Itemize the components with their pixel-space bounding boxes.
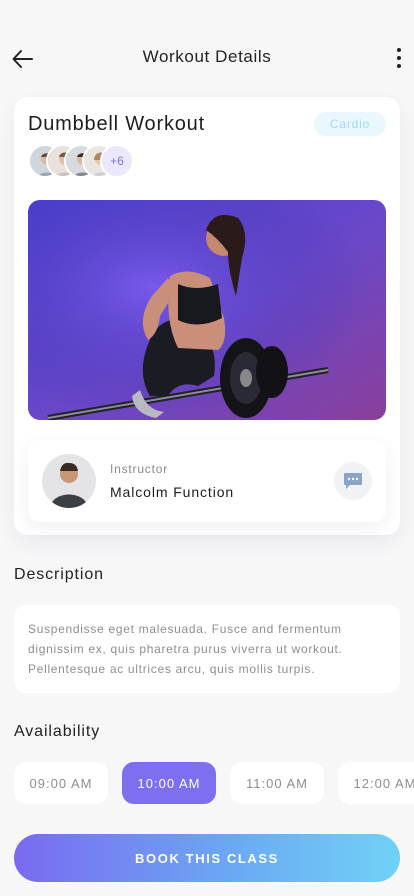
time-slot[interactable]: 11:00 AM (230, 762, 324, 804)
instructor-role: Instructor (110, 462, 169, 476)
instructor-avatar (42, 454, 96, 508)
time-slot-list: 09:00 AM 10:00 AM 11:00 AM 12:00 AM (14, 762, 414, 804)
page-title: Workout Details (142, 47, 272, 66)
more-dot (397, 64, 401, 68)
workout-title: Dumbbell Workout (28, 113, 205, 135)
chat-bubble-icon (344, 473, 362, 489)
instructor-card[interactable]: Instructor Malcolm Function (28, 440, 386, 522)
workout-card: Dumbbell Workout Cardio +6 Instructor Ma… (14, 97, 400, 535)
availability-heading: Availability (14, 723, 101, 740)
time-slot-selected[interactable]: 10:00 AM (122, 762, 216, 804)
description-heading: Description (14, 566, 104, 583)
more-vertical-icon (397, 48, 401, 52)
time-slot[interactable]: 12:00 AM (338, 762, 414, 804)
more-participants-count: +6 (100, 144, 134, 178)
description-text: Suspendisse eget malesuada. Fusce and fe… (14, 605, 400, 693)
chat-button[interactable] (334, 462, 372, 500)
book-class-button[interactable]: BOOK THIS CLASS (14, 834, 400, 882)
more-dot (397, 56, 401, 60)
category-tag: Cardio (314, 112, 386, 136)
workout-image (28, 200, 386, 420)
participants-avatars[interactable]: +6 (28, 144, 148, 180)
time-slot[interactable]: 09:00 AM (14, 762, 108, 804)
instructor-name: Malcolm Function (110, 484, 235, 500)
more-options-button[interactable] (392, 45, 406, 71)
